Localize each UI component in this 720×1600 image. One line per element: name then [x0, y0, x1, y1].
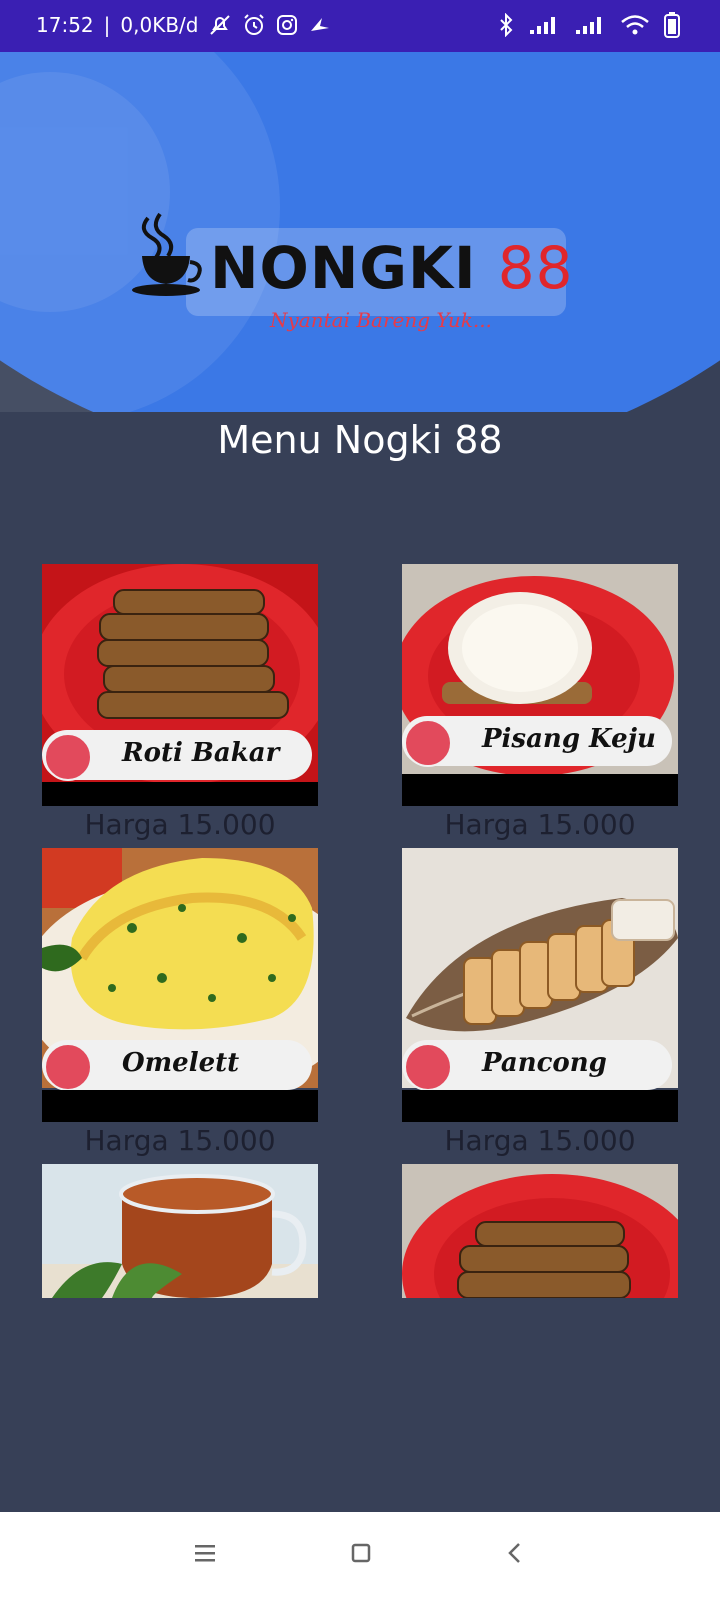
food-photo [402, 1164, 678, 1298]
home-icon[interactable] [350, 1542, 372, 1564]
logo-tagline: Nyantai Bareng Yuk... [270, 308, 492, 332]
food-photo [42, 1164, 318, 1298]
menu-label: Pancong [402, 1040, 672, 1091]
menu-item-price: Harga 15.000 [444, 1124, 636, 1157]
page-title: Menu Nogki 88 [217, 418, 503, 462]
instagram-icon [277, 15, 298, 35]
status-separator: | [103, 13, 111, 37]
menu-icon[interactable] [194, 1542, 216, 1564]
card-footer-bar [402, 774, 678, 806]
app-icon [311, 18, 330, 31]
menu-card-tea[interactable] [42, 1164, 318, 1298]
card-footer-bar [42, 1090, 318, 1122]
signal-icon [530, 17, 555, 34]
alarm-icon [244, 14, 265, 35]
mute-icon [210, 15, 231, 35]
menu-item-price: Harga 15.000 [84, 808, 276, 841]
label-dot [404, 1043, 452, 1091]
status-bar: 17:52 | 0,0KB/d [0, 0, 720, 52]
menu-item-name: Pancong [482, 1048, 607, 1078]
card-footer-bar [42, 782, 318, 806]
menu-label: Pisang Keju [402, 716, 672, 767]
label-dot [44, 1043, 92, 1091]
menu-label: Roti Bakar [42, 730, 312, 781]
logo-word: NONGKI [210, 234, 477, 302]
logo-text: NONGKI 88 [210, 234, 574, 302]
battery-icon [664, 12, 680, 38]
status-data-rate: 0,0KB/d [120, 13, 199, 37]
label-dot [404, 719, 452, 767]
menu-item-name: Omelett [122, 1048, 240, 1078]
logo: NONGKI 88 Nyantai Bareng Yuk... [128, 158, 578, 332]
wifi-icon [621, 15, 649, 35]
header: NONGKI 88 Nyantai Bareng Yuk... [0, 52, 720, 412]
menu-card-roti-bakar-2[interactable] [402, 1164, 678, 1298]
status-time: 17:52 [36, 13, 94, 37]
menu-card-pisang-keju[interactable]: Pisang Keju [402, 564, 678, 806]
menu-item-price: Harga 15.000 [444, 808, 636, 841]
menu-item-price: Harga 15.000 [84, 1124, 276, 1157]
menu-item-name: Roti Bakar [122, 738, 280, 768]
back-icon[interactable] [506, 1542, 524, 1564]
card-footer-bar [402, 1090, 678, 1122]
menu-card-pancong[interactable]: Pancong [402, 848, 678, 1122]
coffee-cup-icon [132, 212, 202, 296]
signal-icon [576, 17, 601, 34]
menu-label: Omelett [42, 1040, 312, 1091]
menu-card-roti-bakar[interactable]: Roti Bakar [42, 564, 318, 806]
menu-item-name: Pisang Keju [482, 724, 656, 754]
bluetooth-icon [500, 13, 513, 37]
logo-number: 88 [497, 234, 574, 302]
menu-card-omelett[interactable]: Omelett [42, 848, 318, 1122]
navigation-bar [0, 1512, 720, 1600]
label-dot [44, 733, 92, 781]
